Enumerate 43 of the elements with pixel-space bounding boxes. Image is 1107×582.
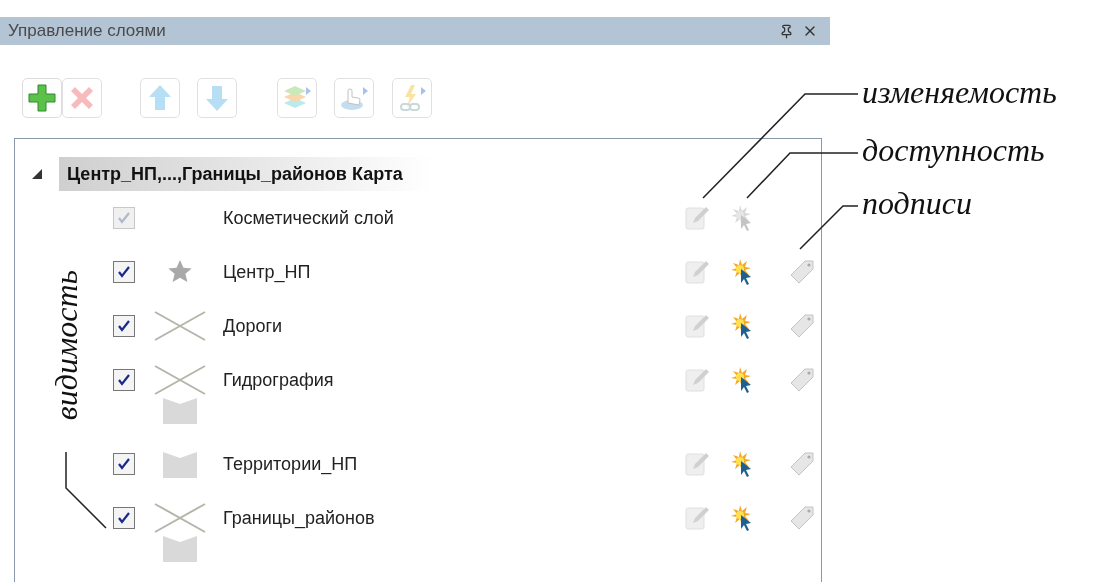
edit-icon[interactable]: [685, 313, 711, 339]
visibility-checkbox[interactable]: [113, 453, 135, 475]
visibility-checkbox[interactable]: [113, 261, 135, 283]
checkmark-icon: [117, 373, 131, 387]
checkmark-icon: [117, 511, 131, 525]
polygon-symbol-icon: [162, 533, 198, 563]
line-symbol-icon: [154, 503, 206, 533]
panel-title: Управление слоями: [8, 20, 166, 43]
layer-name[interactable]: Дороги: [223, 312, 283, 340]
polygon-symbol-icon: [162, 395, 198, 425]
layer-name[interactable]: Гидрография: [223, 366, 334, 394]
checkmark-icon: [117, 457, 131, 471]
edit-icon[interactable]: [685, 505, 711, 531]
edit-icon[interactable]: [685, 451, 711, 477]
annotation-label: подписи: [862, 187, 972, 219]
tag-icon[interactable]: [789, 259, 815, 285]
polygon-symbol-icon: [162, 449, 198, 479]
tag-icon[interactable]: [789, 505, 815, 531]
lightning-icon: [397, 83, 427, 113]
plus-icon: [27, 83, 57, 113]
annotation-label: видимость: [50, 269, 82, 421]
visibility-checkbox[interactable]: [113, 369, 135, 391]
layer-name[interactable]: Центр_НП: [223, 258, 311, 286]
visibility-checkbox[interactable]: [113, 507, 135, 529]
annotation-label: доступность: [862, 134, 1045, 166]
layer-name[interactable]: Границы_районов: [223, 504, 375, 532]
visibility-checkbox[interactable]: [113, 315, 135, 337]
line-symbol-icon: [154, 365, 206, 395]
tag-icon[interactable]: [789, 367, 815, 393]
edit-icon[interactable]: [685, 367, 711, 393]
edit-icon[interactable]: [685, 259, 711, 285]
checkmark-icon: [117, 265, 131, 279]
expand-arrow-icon[interactable]: [31, 168, 43, 180]
leader-line: [799, 205, 859, 250]
add-button[interactable]: [22, 78, 62, 118]
layer-name[interactable]: Территории_НП: [223, 450, 358, 478]
pin-icon[interactable]: [779, 23, 794, 39]
checkmark-icon: [117, 211, 131, 225]
tag-icon[interactable]: [789, 313, 815, 339]
tag-icon[interactable]: [789, 451, 815, 477]
checkmark-icon: [117, 319, 131, 333]
line-symbol-icon: [154, 311, 206, 341]
annotation-label: изменяемость: [862, 76, 1057, 108]
